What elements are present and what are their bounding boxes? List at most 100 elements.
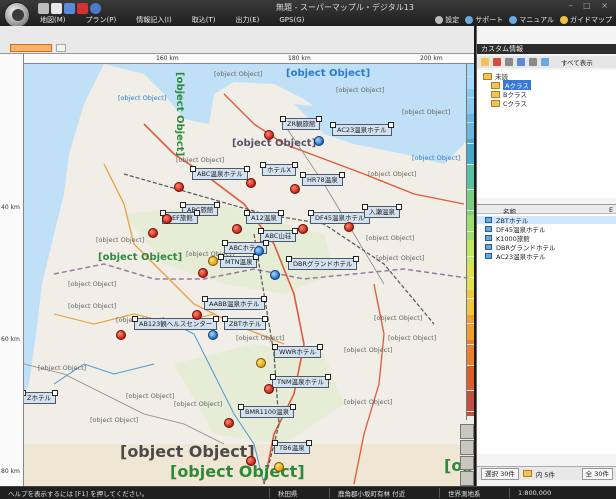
hotel-pin[interactable]: [264, 384, 274, 394]
hotel-pin[interactable]: [344, 222, 354, 232]
hotel-pin[interactable]: [246, 456, 256, 466]
tree-item[interactable]: Bクラス: [491, 90, 527, 99]
column-edge-header[interactable]: E: [609, 206, 613, 214]
hotel-label[interactable]: ZR観旅館: [279, 116, 324, 130]
hotel-pin[interactable]: [264, 130, 274, 140]
hotel-pin[interactable]: [208, 330, 218, 340]
ruler-label: 200 km: [420, 55, 443, 62]
list-item[interactable]: AC23温泉ホテル: [477, 252, 616, 261]
map-place-name: [object Object]: [98, 252, 183, 263]
hotel-label[interactable]: ホテルX: [260, 162, 298, 176]
hotel-label[interactable]: AABB温泉ホテル: [202, 296, 266, 310]
hotel-pin[interactable]: [290, 184, 300, 194]
hotel-pin[interactable]: [174, 182, 184, 192]
hotel-label[interactable]: BMR1100温泉: [237, 404, 297, 418]
add-marker-icon[interactable]: [493, 58, 501, 66]
category-tree: 未読 Aクラス Bクラス Cクラス: [477, 70, 616, 198]
menu-info-entry[interactable]: 情報記入(I): [126, 14, 182, 26]
selected-count[interactable]: 選択 30件: [481, 467, 519, 480]
help-menu-item[interactable]: 設定: [435, 14, 459, 26]
hotel-label[interactable]: ZBTホテル: [221, 316, 269, 330]
new-folder-icon[interactable]: [481, 58, 489, 66]
hotel-icon: [485, 235, 492, 241]
save-icon[interactable]: [64, 3, 75, 14]
new-icon[interactable]: [38, 3, 49, 14]
layer-button[interactable]: [460, 455, 474, 471]
hotel-pin[interactable]: [232, 224, 242, 234]
menu-output[interactable]: 出力(E): [225, 14, 269, 26]
hotel-pin[interactable]: [148, 228, 158, 238]
hotel-pin[interactable]: [254, 246, 264, 256]
layer-button[interactable]: [460, 439, 474, 455]
help-menu: 設定 サポート マニュアル ガイドマップ: [435, 14, 612, 26]
hotel-pin[interactable]: [298, 224, 308, 234]
hotel-pin[interactable]: [208, 256, 218, 266]
help-menu-item[interactable]: サポート: [465, 14, 503, 26]
add-tab-button[interactable]: [56, 44, 66, 52]
menu-gps[interactable]: GPS(G): [269, 14, 314, 26]
app-menu-button[interactable]: [4, 2, 30, 28]
hotel-label[interactable]: DF45温泉ホテル: [308, 210, 372, 224]
map-tab[interactable]: [10, 44, 52, 52]
hotel-pin[interactable]: [314, 136, 324, 146]
hotel-pin[interactable]: [224, 418, 234, 428]
hotel-label[interactable]: 入瀬温泉: [362, 204, 402, 218]
map-place-name: [object Object]: [174, 72, 185, 157]
globe-icon[interactable]: [90, 3, 101, 14]
open-icon[interactable]: [51, 3, 62, 14]
hotel-label[interactable]: HR78温泉: [300, 172, 345, 186]
map-tab-strip: [0, 26, 474, 54]
record-icon[interactable]: [77, 3, 88, 14]
hotel-pin[interactable]: [162, 214, 172, 224]
layer-button[interactable]: [460, 471, 474, 486]
help-menu-item[interactable]: マニュアル: [509, 14, 554, 26]
hotel-pin[interactable]: [198, 268, 208, 278]
total-count[interactable]: 全 30件: [581, 467, 613, 480]
hotel-label[interactable]: WWRホテル: [272, 344, 323, 358]
window-controls[interactable]: – □ ×: [569, 1, 612, 10]
map-place-name: [object Object]: [344, 398, 393, 406]
map-canvas[interactable]: [object Object] [object Object] [object …: [24, 64, 474, 486]
delete-icon[interactable]: [529, 58, 537, 66]
hotel-label[interactable]: TNM温泉ホテル: [270, 374, 331, 388]
list-item[interactable]: ZBTホテル: [477, 216, 616, 225]
list-item[interactable]: DBRグランドホテル: [477, 243, 616, 252]
map-place-name: [object Object]: [120, 442, 255, 461]
menu-map[interactable]: 地図(M): [30, 14, 76, 26]
layer-button[interactable]: [460, 424, 474, 439]
map-place-name: [object Object]: [176, 156, 225, 164]
tree-item[interactable]: Cクラス: [491, 99, 527, 108]
hotel-pin[interactable]: [270, 270, 280, 280]
search-icon[interactable]: [541, 58, 549, 66]
hotel-label[interactable]: Zホテル: [24, 390, 58, 404]
menu-import[interactable]: 取込(T): [182, 14, 226, 26]
hotel-pin[interactable]: [256, 358, 266, 368]
hotel-label[interactable]: MTN温泉: [217, 254, 260, 268]
hotel-label[interactable]: TB6温泉: [272, 440, 312, 454]
tree-item[interactable]: Aクラス: [491, 80, 531, 90]
list-item[interactable]: DF45温泉ホテル: [477, 225, 616, 234]
list-item[interactable]: K1000旅館: [477, 234, 616, 243]
hotel-label[interactable]: AB123観ヘルスセンター: [131, 316, 220, 330]
hotel-pin[interactable]: [116, 330, 126, 340]
hotel-icon: [485, 217, 492, 223]
hotel-label[interactable]: A12温泉: [244, 210, 284, 224]
edit-icon[interactable]: [517, 58, 525, 66]
map-place-name: [object Object]: [402, 108, 451, 116]
hotel-label[interactable]: AC23温泉ホテル: [330, 122, 394, 136]
ruler-label: 40 km: [1, 204, 20, 211]
hotel-pin[interactable]: [192, 310, 202, 320]
tree-item-label: Cクラス: [503, 100, 527, 108]
hotel-pin[interactable]: [246, 178, 256, 188]
hotel-pin[interactable]: [274, 462, 284, 472]
move-icon[interactable]: [505, 58, 513, 66]
map-place-name: [object Object]: [344, 346, 393, 354]
hotel-label[interactable]: ABC温泉ホテル: [190, 166, 250, 180]
map-place-name: [object Object]: [174, 400, 223, 408]
list-header[interactable]: 名称 E: [477, 204, 616, 216]
show-all-button[interactable]: すべて表示: [561, 57, 593, 67]
hotel-label[interactable]: DBRグランドホテル: [285, 256, 360, 270]
tree-item[interactable]: 未読: [483, 72, 508, 81]
menu-plan[interactable]: プラン(P): [76, 14, 127, 26]
help-menu-item[interactable]: ガイドマップ: [560, 14, 612, 26]
